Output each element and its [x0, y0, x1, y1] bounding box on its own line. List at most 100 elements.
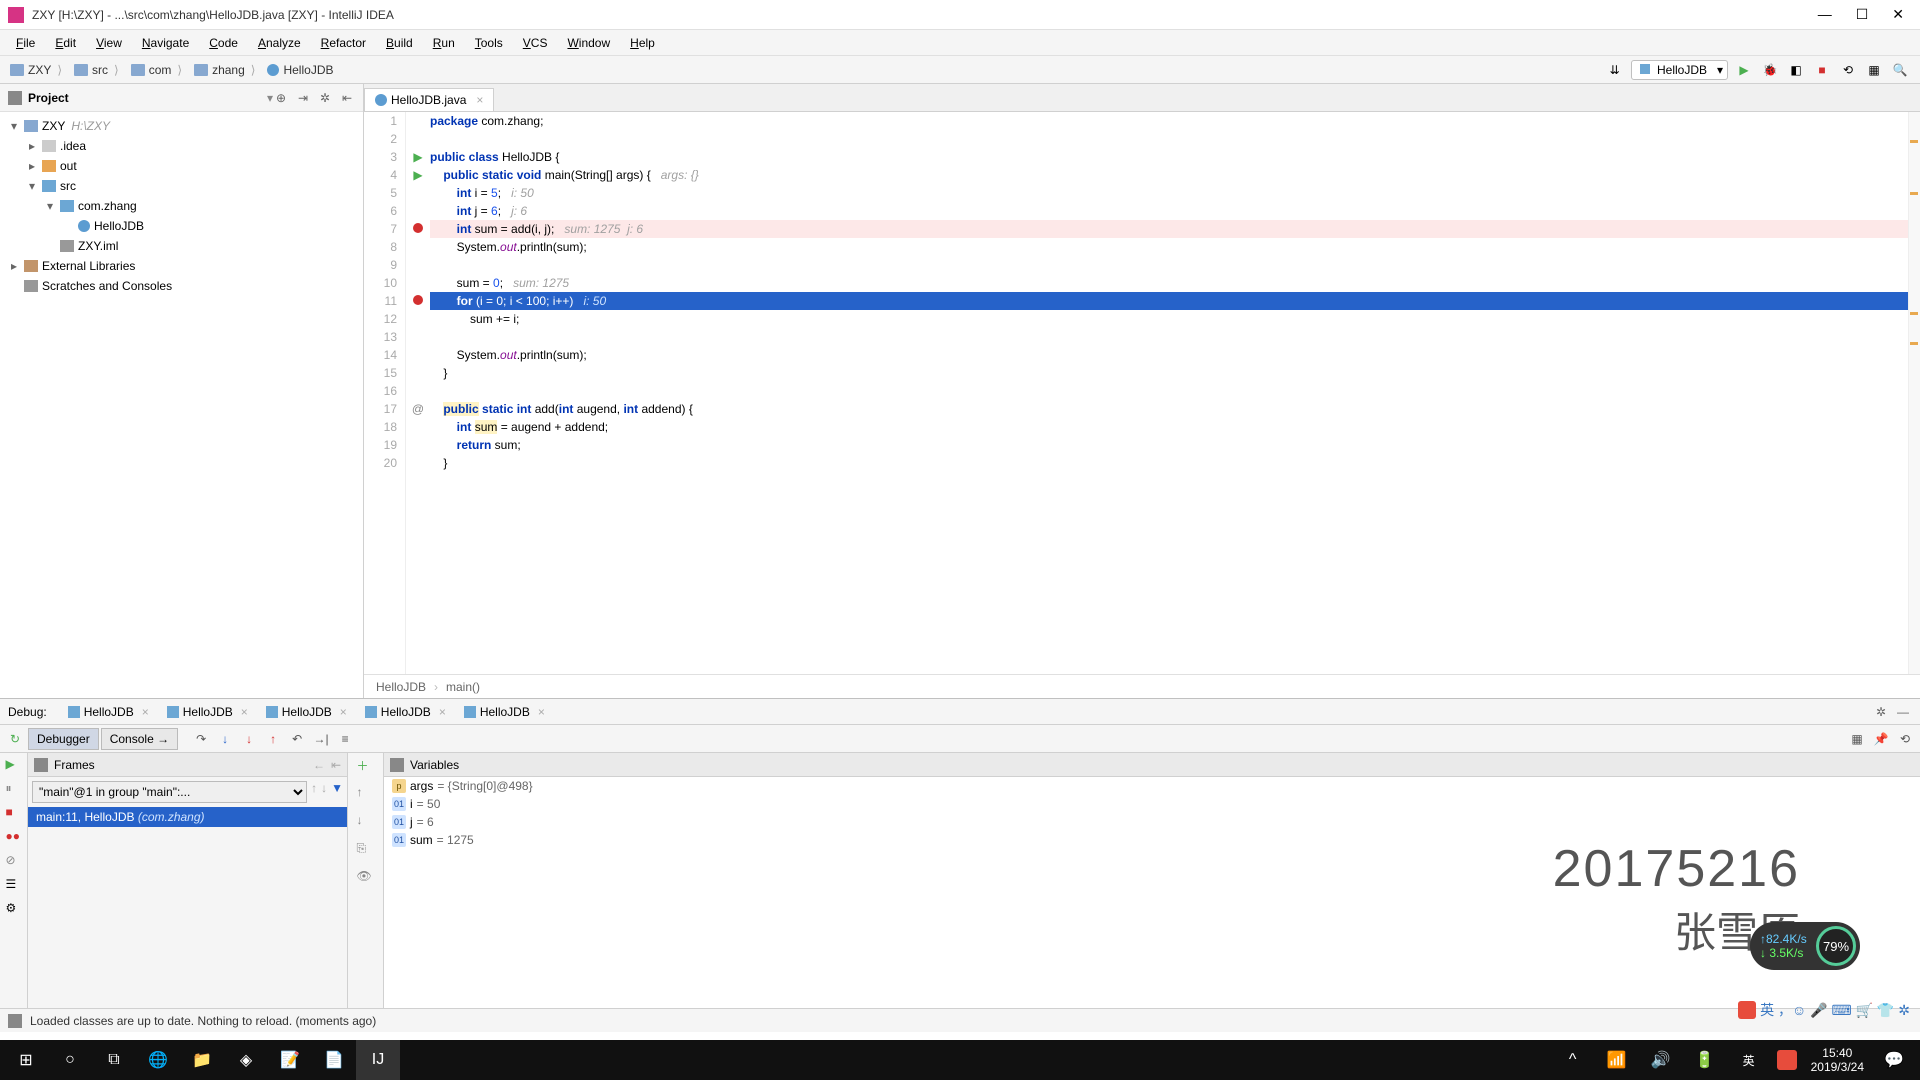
frames-hide-icon[interactable]: ⇤ — [331, 758, 341, 772]
cortana-icon[interactable]: ○ — [48, 1040, 92, 1080]
structure-button[interactable]: ▦ — [1864, 60, 1884, 80]
code-line-5[interactable]: int i = 5; i: 50 — [430, 184, 1920, 202]
ime-icon[interactable] — [1777, 1050, 1797, 1070]
notifications-icon[interactable]: 💬 — [1872, 1040, 1916, 1080]
debugger-subtab[interactable]: Debugger — [28, 728, 99, 750]
tree-external-libraries[interactable]: ▸External Libraries — [0, 256, 363, 276]
menu-navigate[interactable]: Navigate — [134, 34, 197, 52]
debug-session-tab-2[interactable]: HelloJDB× — [257, 701, 356, 723]
evaluate-icon[interactable]: ≡ — [334, 728, 356, 750]
wifi-icon[interactable]: 📶 — [1595, 1040, 1639, 1080]
nav-down-icon[interactable]: ↓ — [357, 813, 375, 831]
pin-icon[interactable]: 📌 — [1870, 728, 1892, 750]
resume-button[interactable]: ▶ — [6, 757, 22, 773]
code-breadcrumb[interactable]: HelloJDB › main() — [364, 674, 1920, 698]
tray-expand-icon[interactable]: ^ — [1551, 1040, 1595, 1080]
code-line-15[interactable]: } — [430, 364, 1920, 382]
menu-file[interactable]: File — [8, 34, 43, 52]
run-to-cursor-icon[interactable]: →| — [310, 728, 332, 750]
start-button[interactable]: ⊞ — [4, 1040, 48, 1080]
coverage-button[interactable]: ◧ — [1786, 60, 1806, 80]
menu-vcs[interactable]: VCS — [515, 34, 556, 52]
code-line-2[interactable] — [430, 130, 1920, 148]
crumb-zhang[interactable]: zhang — [188, 61, 261, 79]
mute-breakpoints-icon[interactable]: ⊘ — [6, 853, 22, 869]
code-line-6[interactable]: int j = 6; j: 6 — [430, 202, 1920, 220]
code-line-11[interactable]: for (i = 0; i < 100; i++) i: 50 — [430, 292, 1920, 310]
collapse-icon[interactable]: ⇥ — [295, 90, 311, 106]
run-config-select[interactable]: HelloJDB — [1631, 60, 1728, 80]
menu-run[interactable]: Run — [425, 34, 463, 52]
rerun-button[interactable]: ↻ — [4, 728, 26, 750]
tree-scratches-and-consoles[interactable]: Scratches and Consoles — [0, 276, 363, 296]
crumb-com[interactable]: com — [125, 61, 188, 79]
nav-up-icon[interactable]: ↑ — [357, 785, 375, 803]
debug-hide-icon[interactable]: — — [1894, 703, 1912, 721]
close-tab-icon[interactable]: × — [476, 93, 483, 107]
crumb-zxy[interactable]: ZXY — [4, 61, 68, 79]
stop-button[interactable]: ■ — [1812, 60, 1832, 80]
thread-select[interactable]: "main"@1 in group "main":... — [32, 781, 307, 803]
app-icon-2[interactable]: 📝 — [268, 1040, 312, 1080]
thread-up-icon[interactable]: ↑ — [311, 781, 317, 803]
debug-settings-icon[interactable]: ✲ — [1872, 703, 1890, 721]
close-button[interactable]: ✕ — [1892, 6, 1904, 23]
code-line-14[interactable]: System.out.println(sum); — [430, 346, 1920, 364]
code-line-13[interactable] — [430, 328, 1920, 346]
code-line-9[interactable] — [430, 256, 1920, 274]
stack-frame[interactable]: main:11, HelloJDB (com.zhang) — [28, 807, 347, 827]
debug-session-tab-0[interactable]: HelloJDB× — [59, 701, 158, 723]
step-over-icon[interactable]: ↷ — [190, 728, 212, 750]
debug-session-tab-3[interactable]: HelloJDB× — [356, 701, 455, 723]
drop-frame-icon[interactable]: ↶ — [286, 728, 308, 750]
pause-button[interactable]: ⏸ — [6, 781, 22, 797]
volume-icon[interactable]: 🔊 — [1639, 1040, 1683, 1080]
code-editor[interactable]: 1234567891011121314151617181920 ▶▶@ pack… — [364, 112, 1920, 674]
code-line-20[interactable]: } — [430, 454, 1920, 472]
editor-tab[interactable]: HelloJDB.java × — [364, 88, 494, 111]
console-subtab[interactable]: Console → — [101, 728, 178, 750]
debug-button[interactable]: 🐞 — [1760, 60, 1780, 80]
code-line-10[interactable]: sum = 0; sum: 1275 — [430, 274, 1920, 292]
settings-dbg-icon[interactable]: ⚙ — [6, 901, 22, 917]
explorer-icon[interactable]: 📁 — [180, 1040, 224, 1080]
layout-icon[interactable]: ▦ — [1846, 728, 1868, 750]
debug-session-tab-4[interactable]: HelloJDB× — [455, 701, 554, 723]
crumb-src[interactable]: src — [68, 61, 125, 79]
intellij-task-icon[interactable]: IJ — [356, 1040, 400, 1080]
menu-build[interactable]: Build — [378, 34, 421, 52]
project-tree[interactable]: ▾ZXYH:\ZXY▸.idea▸out▾src▾com.zhangHelloJ… — [0, 112, 363, 300]
step-into-icon[interactable]: ↓ — [214, 728, 236, 750]
tree--idea[interactable]: ▸.idea — [0, 136, 363, 156]
run-button[interactable]: ▶ — [1734, 60, 1754, 80]
menu-analyze[interactable]: Analyze — [250, 34, 309, 52]
watch-icon[interactable]: 👁 — [357, 869, 375, 887]
ime-lang-icon[interactable]: 英 — [1727, 1040, 1771, 1080]
crumb-hellojdb[interactable]: HelloJDB — [261, 61, 345, 79]
restore-icon[interactable]: ⟲ — [1894, 728, 1916, 750]
code-line-12[interactable]: sum += i; — [430, 310, 1920, 328]
tree-out[interactable]: ▸out — [0, 156, 363, 176]
stop-debug-button[interactable]: ■ — [6, 805, 22, 821]
view-breakpoints-icon[interactable]: ●● — [6, 829, 22, 845]
code-line-18[interactable]: int sum = augend + addend; — [430, 418, 1920, 436]
thread-dump-icon[interactable]: ☰ — [6, 877, 22, 893]
minimize-button[interactable]: — — [1818, 6, 1832, 23]
thread-filter-icon[interactable]: ▼ — [331, 781, 343, 803]
menu-help[interactable]: Help — [622, 34, 663, 52]
settings-icon[interactable]: ✲ — [317, 90, 333, 106]
tree-zxy[interactable]: ▾ZXYH:\ZXY — [0, 116, 363, 136]
code-line-8[interactable]: System.out.println(sum); — [430, 238, 1920, 256]
copy-icon[interactable]: ⎘ — [357, 841, 375, 859]
tree-src[interactable]: ▾src — [0, 176, 363, 196]
code-line-3[interactable]: public class HelloJDB { — [430, 148, 1920, 166]
tree-com-zhang[interactable]: ▾com.zhang — [0, 196, 363, 216]
var-i[interactable]: 01i = 50 — [384, 795, 1920, 813]
thread-down-icon[interactable]: ↓ — [321, 781, 327, 803]
taskview-icon[interactable]: ⧉ — [92, 1040, 136, 1080]
code-line-4[interactable]: public static void main(String[] args) {… — [430, 166, 1920, 184]
frames-prev-icon[interactable]: ← — [313, 758, 325, 772]
new-watch-icon[interactable]: ＋ — [357, 757, 375, 775]
menu-view[interactable]: View — [88, 34, 130, 52]
tree-zxy-iml[interactable]: ZXY.iml — [0, 236, 363, 256]
